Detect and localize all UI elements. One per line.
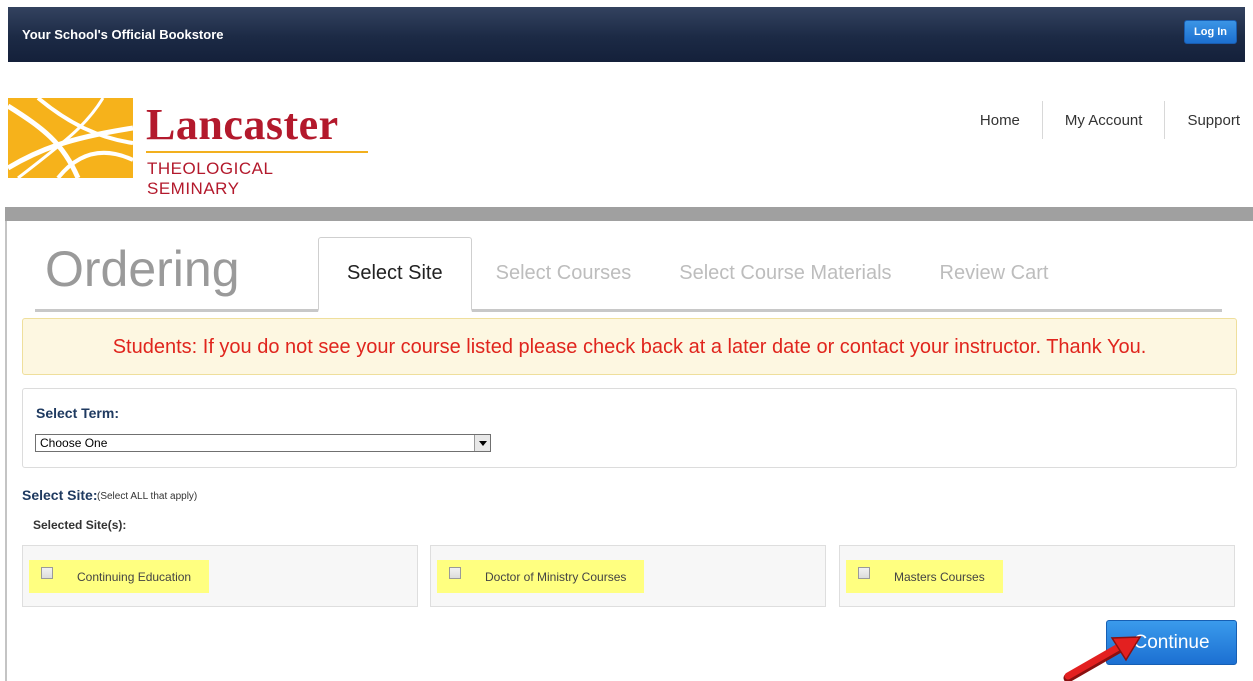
content-left-border	[5, 221, 7, 681]
site-label: Select Site:	[22, 487, 98, 503]
seminary-logo-mark-icon	[8, 98, 133, 178]
site-option-continuing-education: Continuing Education	[22, 545, 418, 607]
logo-subtitle: THEOLOGICAL SEMINARY	[147, 159, 273, 198]
page-title: Ordering	[45, 241, 240, 297]
tab-select-site[interactable]: Select Site	[318, 237, 472, 312]
site-option-label[interactable]: Masters Courses	[894, 570, 985, 584]
term-select-value: Choose One	[40, 436, 108, 450]
content-top-band	[5, 207, 1253, 221]
site-option-label[interactable]: Doctor of Ministry Courses	[485, 570, 626, 584]
student-notice: Students: If you do not see your course …	[22, 318, 1237, 375]
logo-wordmark: Lancaster	[146, 100, 339, 149]
term-label: Select Term:	[36, 405, 119, 421]
tab-review-cart[interactable]: Review Cart	[916, 237, 1073, 312]
tab-select-courses[interactable]: Select Courses	[472, 237, 656, 312]
site-note: (Select ALL that apply)	[97, 491, 198, 502]
site-option-highlight[interactable]: Continuing Education	[29, 560, 210, 593]
site-checkbox[interactable]	[858, 566, 870, 579]
site-option-highlight[interactable]: Doctor of Ministry Courses	[437, 560, 645, 593]
site-checkbox[interactable]	[41, 566, 53, 579]
selected-sites-label: Selected Site(s):	[33, 518, 127, 532]
site-option-highlight[interactable]: Masters Courses	[846, 560, 1003, 593]
site-option-label[interactable]: Continuing Education	[77, 570, 191, 584]
store-title: Your School's Official Bookstore	[22, 27, 224, 42]
red-arrow-annotation-icon	[1063, 636, 1142, 681]
term-panel: Select Term: Choose One	[22, 388, 1237, 468]
nav-home-link[interactable]: Home	[958, 101, 1042, 139]
tab-select-course-materials[interactable]: Select Course Materials	[655, 237, 915, 312]
logo-divider	[146, 151, 368, 153]
school-logo[interactable]: Lancaster THEOLOGICAL SEMINARY	[8, 98, 368, 198]
term-select[interactable]: Choose One	[35, 434, 491, 452]
site-option-masters: Masters Courses	[839, 545, 1235, 607]
site-checkbox[interactable]	[449, 566, 461, 579]
top-navigation: Home My Account Support	[958, 101, 1240, 139]
login-button[interactable]: Log In	[1184, 20, 1237, 44]
ordering-tabs: Select Site Select Courses Select Course…	[318, 237, 1072, 312]
nav-support-link[interactable]: Support	[1164, 101, 1240, 139]
top-bar: Your School's Official Bookstore Log In	[8, 7, 1245, 62]
nav-my-account-link[interactable]: My Account	[1041, 101, 1165, 139]
chevron-down-icon[interactable]	[474, 435, 490, 451]
site-option-doctor-of-ministry: Doctor of Ministry Courses	[430, 545, 826, 607]
